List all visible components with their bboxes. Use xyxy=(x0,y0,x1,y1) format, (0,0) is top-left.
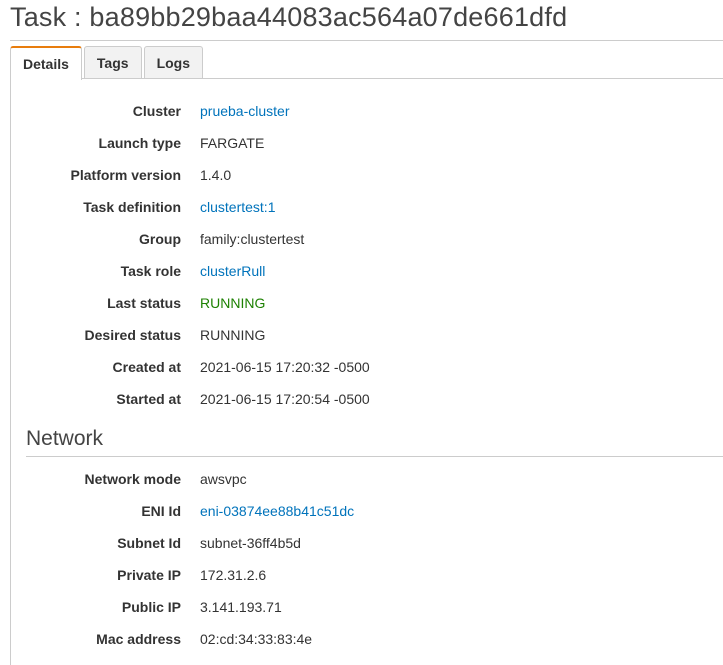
detail-label: Created at xyxy=(112,359,181,375)
detail-label: Platform version xyxy=(70,167,181,183)
detail-row-created-at: Created at 2021-06-15 17:20:32 -0500 xyxy=(0,357,723,389)
network-label: Public IP xyxy=(121,599,181,615)
network-row-eni-id: ENI Id eni-03874ee88b41c51dc xyxy=(0,501,723,533)
network-value: 02:cd:34:33:83:4e xyxy=(200,631,313,647)
network-label: ENI Id xyxy=(141,503,181,519)
detail-row-started-at: Started at 2021-06-15 17:20:54 -0500 xyxy=(0,389,723,421)
task-definition-link[interactable]: clustertest:1 xyxy=(200,197,275,217)
network-value: 172.31.2.6 xyxy=(200,567,267,583)
detail-row-last-status: Last status RUNNING xyxy=(0,293,723,325)
task-details-page: Task : ba89bb29baa44083ac564a07de661dfd … xyxy=(0,0,723,665)
network-section-divider xyxy=(26,456,723,457)
detail-label: Started at xyxy=(116,391,181,407)
network-value: 3.141.193.71 xyxy=(200,599,282,615)
detail-label: Last status xyxy=(107,295,181,311)
detail-row-cluster: Cluster prueba-cluster xyxy=(0,101,723,133)
tab-bar: Details Tags Logs xyxy=(10,46,205,80)
detail-row-task-definition: Task definition clustertest:1 xyxy=(0,197,723,229)
network-row-public-ip: Public IP 3.141.193.71 xyxy=(0,597,723,629)
tab-details[interactable]: Details xyxy=(10,46,82,80)
detail-row-task-role: Task role clusterRull xyxy=(0,261,723,293)
network-row-mac-address: Mac address 02:cd:34:33:83:4e xyxy=(0,629,723,661)
detail-row-launch-type: Launch type FARGATE xyxy=(0,133,723,165)
detail-value: FARGATE xyxy=(200,135,265,151)
detail-label: Group xyxy=(139,231,181,247)
network-value: awsvpc xyxy=(200,471,247,487)
network-row-private-ip: Private IP 172.31.2.6 xyxy=(0,565,723,597)
detail-row-group: Group family:clustertest xyxy=(0,229,723,261)
detail-row-platform-version: Platform version 1.4.0 xyxy=(0,165,723,197)
detail-value: 1.4.0 xyxy=(200,167,232,183)
network-value: subnet-36ff4b5d xyxy=(200,535,301,551)
last-status-value: RUNNING xyxy=(200,295,266,311)
network-section-title: Network xyxy=(26,427,104,450)
tab-tags[interactable]: Tags xyxy=(83,46,142,79)
network-row-mode: Network mode awsvpc xyxy=(0,469,723,501)
eni-id-link[interactable]: eni-03874ee88b41c51dc xyxy=(200,501,354,521)
detail-label: Task role xyxy=(120,263,181,279)
detail-value: 2021-06-15 17:20:32 -0500 xyxy=(200,359,370,375)
detail-row-desired-status: Desired status RUNNING xyxy=(0,325,723,357)
network-row-subnet-id: Subnet Id subnet-36ff4b5d xyxy=(0,533,723,565)
network-label: Subnet Id xyxy=(117,535,181,551)
detail-value: RUNNING xyxy=(200,327,266,343)
network-label: Private IP xyxy=(117,567,181,583)
detail-label: Cluster xyxy=(132,103,181,119)
cluster-link[interactable]: prueba-cluster xyxy=(200,101,290,121)
detail-value: 2021-06-15 17:20:54 -0500 xyxy=(200,391,370,407)
detail-label: Desired status xyxy=(84,327,181,343)
task-role-link[interactable]: clusterRull xyxy=(200,261,265,281)
tabs-divider xyxy=(10,78,723,79)
title-divider xyxy=(10,40,723,41)
network-label: Mac address xyxy=(96,631,181,647)
page-title: Task : ba89bb29baa44083ac564a07de661dfd xyxy=(10,2,568,32)
detail-label: Launch type xyxy=(98,135,181,151)
detail-label: Task definition xyxy=(83,199,181,215)
detail-value: family:clustertest xyxy=(200,231,305,247)
network-label: Network mode xyxy=(84,471,181,487)
tab-logs[interactable]: Logs xyxy=(143,46,204,79)
